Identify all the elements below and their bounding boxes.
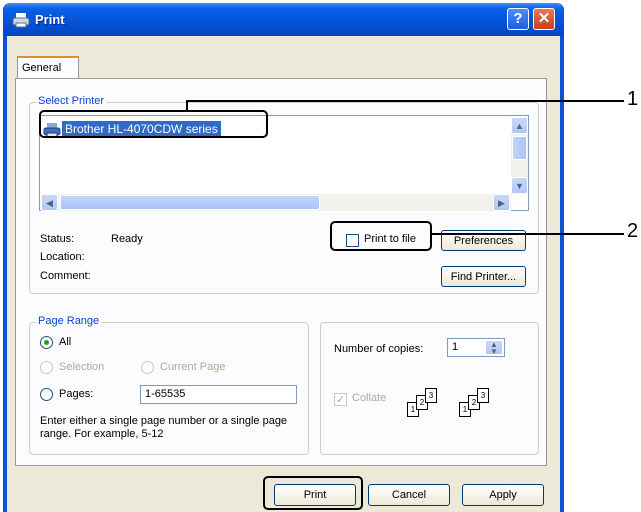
page-range-hint: Enter either a single page number or a s…: [40, 415, 288, 440]
collate-label[interactable]: Collate: [352, 392, 386, 404]
callout-number-2: 2: [627, 220, 639, 242]
comment-label: Comment:: [40, 270, 91, 282]
collate-illustration-icon: 1 2 3 1 2 3: [407, 386, 537, 426]
pages-radio[interactable]: [40, 388, 53, 401]
title-bar[interactable]: Print ? ✕: [3, 3, 564, 36]
horizontal-scrollbar[interactable]: ◀ ▶: [41, 194, 511, 211]
number-of-copies-label: Number of copies:: [334, 343, 424, 355]
tab-general[interactable]: General: [17, 56, 79, 79]
page-range-label: Page Range: [36, 315, 102, 327]
scroll-right-icon[interactable]: ▶: [493, 194, 510, 211]
pages-input[interactable]: 1-65535: [140, 385, 297, 404]
all-label[interactable]: All: [59, 336, 71, 348]
all-radio[interactable]: [40, 336, 53, 349]
copies-spinner-icon[interactable]: ▲ ▼: [485, 340, 503, 356]
pages-label[interactable]: Pages:: [59, 388, 93, 400]
scroll-left-icon[interactable]: ◀: [41, 194, 58, 211]
print-dialog: Print ? ✕ General Select Printer Brother…: [3, 3, 564, 512]
status-label: Status:: [40, 233, 75, 245]
callout-box-print-button: [263, 476, 363, 510]
apply-button[interactable]: Apply: [462, 484, 544, 506]
dialog-client-area: General Select Printer Brother HL-4070CD…: [7, 36, 560, 512]
find-printer-button[interactable]: Find Printer...: [441, 266, 526, 287]
select-printer-label: Select Printer: [36, 95, 107, 107]
callout-box-print-to-file: [330, 221, 432, 251]
callout-line-1: [187, 100, 624, 102]
collate-checkbox[interactable]: ✓: [334, 393, 347, 406]
horizontal-scroll-thumb[interactable]: [60, 195, 320, 210]
window-title: Print: [35, 12, 65, 27]
close-button[interactable]: ✕: [533, 8, 555, 30]
status-value: Ready: [111, 233, 143, 245]
callout-line-1-tick: [186, 100, 188, 111]
selection-radio[interactable]: [40, 361, 53, 374]
current-page-radio[interactable]: [141, 361, 154, 374]
collate-page: 3: [425, 388, 437, 403]
callout-box-printer: [39, 110, 268, 138]
callout-line-2: [431, 233, 624, 235]
help-button[interactable]: ?: [507, 8, 529, 30]
scroll-down-icon[interactable]: ▼: [511, 177, 528, 194]
callout-number-1: 1: [627, 88, 639, 110]
vertical-scroll-thumb[interactable]: [512, 136, 527, 160]
selection-label[interactable]: Selection: [59, 361, 104, 373]
scroll-up-icon[interactable]: ▲: [511, 117, 528, 134]
current-page-label[interactable]: Current Page: [160, 361, 225, 373]
collate-page: 3: [477, 388, 489, 403]
location-label: Location:: [40, 251, 85, 263]
printer-icon: [12, 13, 30, 28]
vertical-scrollbar[interactable]: ▲ ▼: [511, 117, 528, 194]
cancel-button[interactable]: Cancel: [368, 484, 450, 506]
